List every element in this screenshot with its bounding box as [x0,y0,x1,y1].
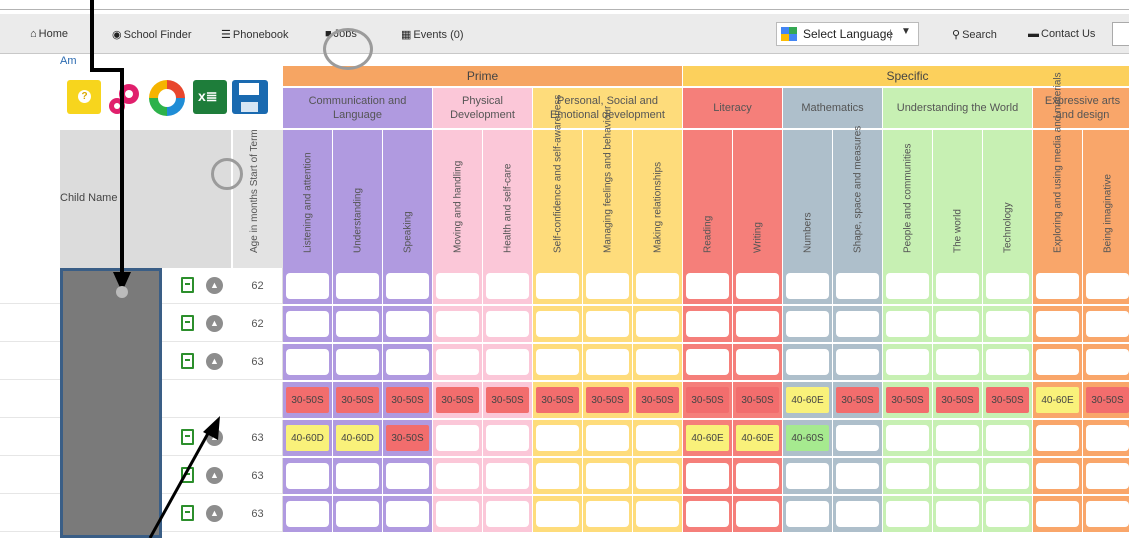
annotation-overlay [90,0,220,538]
highlight-ring-jobs [323,28,373,70]
screenshot: ⌂ Home ◉ School Finder ☰ Phonebook ■ Jobs ▦ E… [0,0,1129,538]
highlight-ring-header [211,158,243,190]
